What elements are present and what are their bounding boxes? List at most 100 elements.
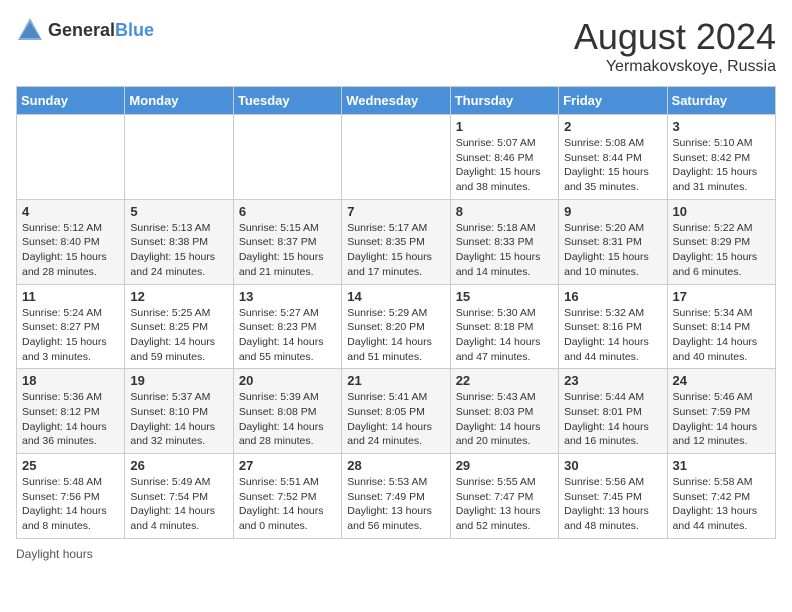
logo: GeneralBlue <box>16 16 154 44</box>
day-info: Sunrise: 5:53 AMSunset: 7:49 PMDaylight:… <box>347 476 432 532</box>
header-monday: Monday <box>125 87 233 115</box>
day-number: 13 <box>239 289 336 304</box>
day-info: Sunrise: 5:22 AMSunset: 8:29 PMDaylight:… <box>673 222 758 278</box>
calendar-cell <box>342 115 450 200</box>
day-number: 31 <box>673 458 770 473</box>
day-info: Sunrise: 5:55 AMSunset: 7:47 PMDaylight:… <box>456 476 541 532</box>
day-number: 23 <box>564 373 661 388</box>
header-sunday: Sunday <box>17 87 125 115</box>
day-number: 15 <box>456 289 553 304</box>
day-number: 30 <box>564 458 661 473</box>
calendar-cell: 12 Sunrise: 5:25 AMSunset: 8:25 PMDaylig… <box>125 284 233 369</box>
day-number: 21 <box>347 373 444 388</box>
day-info: Sunrise: 5:56 AMSunset: 7:45 PMDaylight:… <box>564 476 649 532</box>
day-info: Sunrise: 5:20 AMSunset: 8:31 PMDaylight:… <box>564 222 649 278</box>
header-tuesday: Tuesday <box>233 87 341 115</box>
calendar-cell: 14 Sunrise: 5:29 AMSunset: 8:20 PMDaylig… <box>342 284 450 369</box>
day-number: 1 <box>456 119 553 134</box>
calendar-cell: 8 Sunrise: 5:18 AMSunset: 8:33 PMDayligh… <box>450 199 558 284</box>
logo-general: General <box>48 20 115 40</box>
day-info: Sunrise: 5:18 AMSunset: 8:33 PMDaylight:… <box>456 222 541 278</box>
day-info: Sunrise: 5:37 AMSunset: 8:10 PMDaylight:… <box>130 391 215 447</box>
calendar-cell: 25 Sunrise: 5:48 AMSunset: 7:56 PMDaylig… <box>17 454 125 539</box>
day-info: Sunrise: 5:44 AMSunset: 8:01 PMDaylight:… <box>564 391 649 447</box>
calendar-cell: 9 Sunrise: 5:20 AMSunset: 8:31 PMDayligh… <box>559 199 667 284</box>
day-number: 28 <box>347 458 444 473</box>
logo-text: GeneralBlue <box>48 20 154 41</box>
calendar-cell: 11 Sunrise: 5:24 AMSunset: 8:27 PMDaylig… <box>17 284 125 369</box>
day-number: 25 <box>22 458 119 473</box>
day-number: 16 <box>564 289 661 304</box>
calendar-week-4: 18 Sunrise: 5:36 AMSunset: 8:12 PMDaylig… <box>17 369 776 454</box>
calendar-cell: 1 Sunrise: 5:07 AMSunset: 8:46 PMDayligh… <box>450 115 558 200</box>
footer-note: Daylight hours <box>16 547 776 561</box>
calendar-week-1: 1 Sunrise: 5:07 AMSunset: 8:46 PMDayligh… <box>17 115 776 200</box>
calendar-cell: 13 Sunrise: 5:27 AMSunset: 8:23 PMDaylig… <box>233 284 341 369</box>
days-header-row: Sunday Monday Tuesday Wednesday Thursday… <box>17 87 776 115</box>
calendar-cell: 27 Sunrise: 5:51 AMSunset: 7:52 PMDaylig… <box>233 454 341 539</box>
day-info: Sunrise: 5:15 AMSunset: 8:37 PMDaylight:… <box>239 222 324 278</box>
day-number: 18 <box>22 373 119 388</box>
day-number: 26 <box>130 458 227 473</box>
day-info: Sunrise: 5:32 AMSunset: 8:16 PMDaylight:… <box>564 307 649 363</box>
day-number: 20 <box>239 373 336 388</box>
day-number: 29 <box>456 458 553 473</box>
calendar-cell: 31 Sunrise: 5:58 AMSunset: 7:42 PMDaylig… <box>667 454 775 539</box>
calendar-cell: 21 Sunrise: 5:41 AMSunset: 8:05 PMDaylig… <box>342 369 450 454</box>
day-number: 17 <box>673 289 770 304</box>
day-info: Sunrise: 5:51 AMSunset: 7:52 PMDaylight:… <box>239 476 324 532</box>
day-number: 7 <box>347 204 444 219</box>
calendar-cell: 15 Sunrise: 5:30 AMSunset: 8:18 PMDaylig… <box>450 284 558 369</box>
day-info: Sunrise: 5:36 AMSunset: 8:12 PMDaylight:… <box>22 391 107 447</box>
calendar-cell: 7 Sunrise: 5:17 AMSunset: 8:35 PMDayligh… <box>342 199 450 284</box>
day-info: Sunrise: 5:46 AMSunset: 7:59 PMDaylight:… <box>673 391 758 447</box>
day-info: Sunrise: 5:07 AMSunset: 8:46 PMDaylight:… <box>456 137 541 193</box>
calendar-cell: 5 Sunrise: 5:13 AMSunset: 8:38 PMDayligh… <box>125 199 233 284</box>
day-info: Sunrise: 5:43 AMSunset: 8:03 PMDaylight:… <box>456 391 541 447</box>
calendar-cell: 10 Sunrise: 5:22 AMSunset: 8:29 PMDaylig… <box>667 199 775 284</box>
calendar-cell: 22 Sunrise: 5:43 AMSunset: 8:03 PMDaylig… <box>450 369 558 454</box>
day-info: Sunrise: 5:27 AMSunset: 8:23 PMDaylight:… <box>239 307 324 363</box>
day-info: Sunrise: 5:24 AMSunset: 8:27 PMDaylight:… <box>22 307 107 363</box>
calendar-cell: 3 Sunrise: 5:10 AMSunset: 8:42 PMDayligh… <box>667 115 775 200</box>
calendar-cell: 16 Sunrise: 5:32 AMSunset: 8:16 PMDaylig… <box>559 284 667 369</box>
day-number: 9 <box>564 204 661 219</box>
calendar-cell: 2 Sunrise: 5:08 AMSunset: 8:44 PMDayligh… <box>559 115 667 200</box>
calendar-cell: 4 Sunrise: 5:12 AMSunset: 8:40 PMDayligh… <box>17 199 125 284</box>
calendar-cell: 23 Sunrise: 5:44 AMSunset: 8:01 PMDaylig… <box>559 369 667 454</box>
day-info: Sunrise: 5:10 AMSunset: 8:42 PMDaylight:… <box>673 137 758 193</box>
day-info: Sunrise: 5:41 AMSunset: 8:05 PMDaylight:… <box>347 391 432 447</box>
header-thursday: Thursday <box>450 87 558 115</box>
location-subtitle: Yermakovskoye, Russia <box>574 58 776 76</box>
calendar-cell <box>233 115 341 200</box>
logo-icon <box>16 16 44 44</box>
day-number: 22 <box>456 373 553 388</box>
title-block: August 2024 Yermakovskoye, Russia <box>574 16 776 76</box>
logo-blue: Blue <box>115 20 154 40</box>
calendar-week-2: 4 Sunrise: 5:12 AMSunset: 8:40 PMDayligh… <box>17 199 776 284</box>
day-info: Sunrise: 5:08 AMSunset: 8:44 PMDaylight:… <box>564 137 649 193</box>
calendar-week-5: 25 Sunrise: 5:48 AMSunset: 7:56 PMDaylig… <box>17 454 776 539</box>
day-info: Sunrise: 5:29 AMSunset: 8:20 PMDaylight:… <box>347 307 432 363</box>
calendar-cell: 17 Sunrise: 5:34 AMSunset: 8:14 PMDaylig… <box>667 284 775 369</box>
calendar-cell: 18 Sunrise: 5:36 AMSunset: 8:12 PMDaylig… <box>17 369 125 454</box>
day-info: Sunrise: 5:39 AMSunset: 8:08 PMDaylight:… <box>239 391 324 447</box>
header-saturday: Saturday <box>667 87 775 115</box>
day-number: 6 <box>239 204 336 219</box>
calendar-cell: 20 Sunrise: 5:39 AMSunset: 8:08 PMDaylig… <box>233 369 341 454</box>
calendar-cell: 24 Sunrise: 5:46 AMSunset: 7:59 PMDaylig… <box>667 369 775 454</box>
day-info: Sunrise: 5:30 AMSunset: 8:18 PMDaylight:… <box>456 307 541 363</box>
header-friday: Friday <box>559 87 667 115</box>
page-header: GeneralBlue August 2024 Yermakovskoye, R… <box>16 16 776 76</box>
calendar-cell: 29 Sunrise: 5:55 AMSunset: 7:47 PMDaylig… <box>450 454 558 539</box>
day-number: 14 <box>347 289 444 304</box>
day-number: 19 <box>130 373 227 388</box>
calendar-cell: 6 Sunrise: 5:15 AMSunset: 8:37 PMDayligh… <box>233 199 341 284</box>
calendar-cell: 28 Sunrise: 5:53 AMSunset: 7:49 PMDaylig… <box>342 454 450 539</box>
day-number: 12 <box>130 289 227 304</box>
day-info: Sunrise: 5:34 AMSunset: 8:14 PMDaylight:… <box>673 307 758 363</box>
day-info: Sunrise: 5:48 AMSunset: 7:56 PMDaylight:… <box>22 476 107 532</box>
day-number: 11 <box>22 289 119 304</box>
day-info: Sunrise: 5:49 AMSunset: 7:54 PMDaylight:… <box>130 476 215 532</box>
day-info: Sunrise: 5:13 AMSunset: 8:38 PMDaylight:… <box>130 222 215 278</box>
